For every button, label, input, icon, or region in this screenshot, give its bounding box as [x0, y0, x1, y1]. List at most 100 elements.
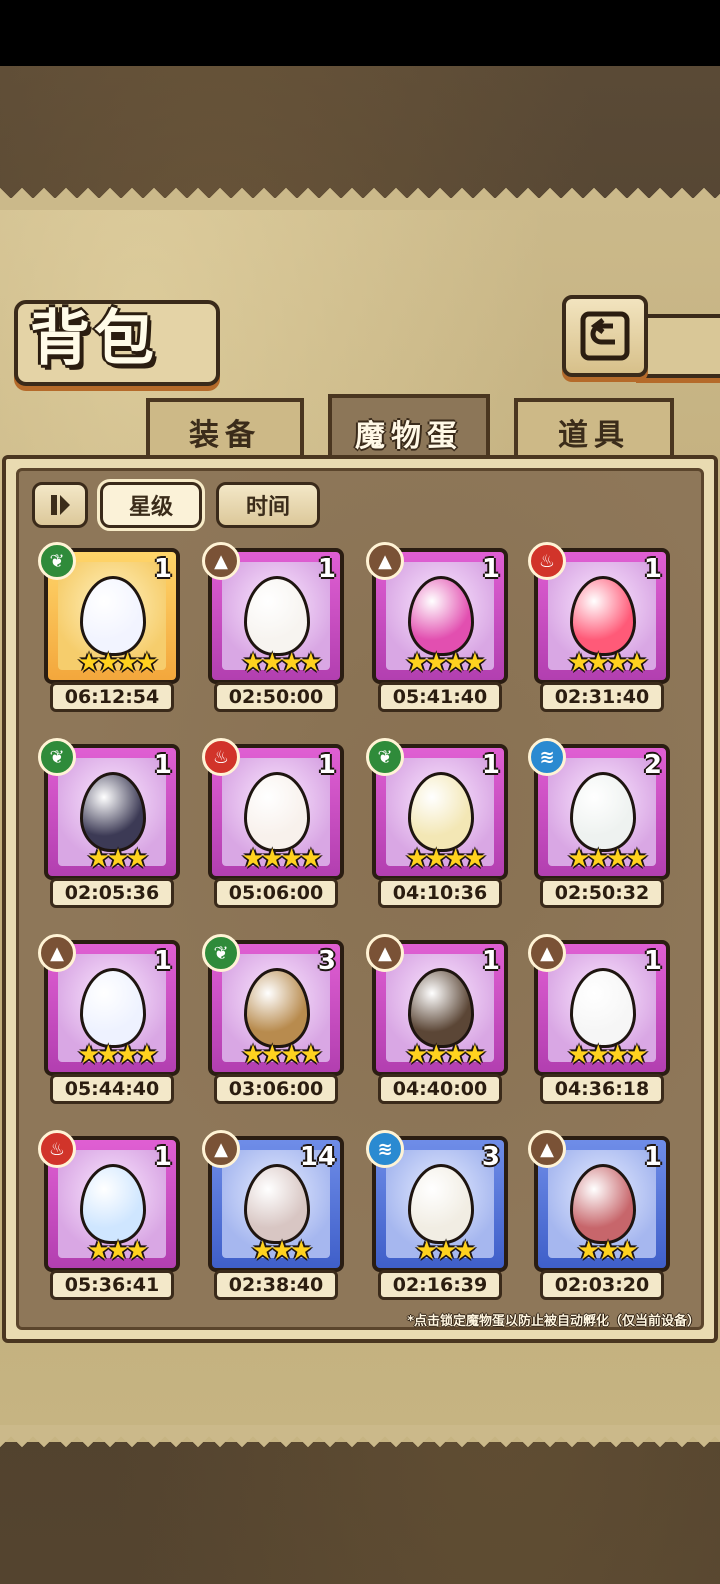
hatch-timer: 04:40:00	[378, 1074, 502, 1104]
egg-card[interactable]: 1 ★★★★ ▲ 05:44:40	[38, 934, 184, 1110]
earth-element-icon: ▲	[202, 542, 240, 580]
star-rating: ★★★★	[241, 1040, 322, 1070]
egg-card[interactable]: 1 ★★★★ ♨ 05:06:00	[202, 738, 348, 914]
hatch-timer: 05:41:40	[378, 682, 502, 712]
torn-edge-bottom	[0, 1425, 720, 1447]
monster-egg-icon	[408, 772, 474, 852]
fire-element-icon: ♨	[528, 542, 566, 580]
star-rating: ★★★	[87, 844, 149, 874]
sort-order-toggle[interactable]	[32, 482, 88, 528]
hatch-timer: 02:50:00	[214, 682, 338, 712]
hatch-timer: 04:10:36	[378, 878, 502, 908]
hatch-timer: 06:12:54	[50, 682, 174, 712]
earth-element-icon: ▲	[366, 542, 404, 580]
egg-card[interactable]: 1 ★★★★ ♨ 02:31:40	[528, 542, 674, 718]
egg-card[interactable]: 14 ★★★ ▲ 02:38:40	[202, 1130, 348, 1306]
fire-element-icon: ♨	[202, 738, 240, 776]
hatch-timer: 04:36:18	[540, 1074, 664, 1104]
sort-by-time-button[interactable]: 时间	[216, 482, 320, 528]
star-rating: ★★★★	[405, 648, 486, 678]
egg-count: 1	[643, 1142, 662, 1172]
egg-card[interactable]: 1 ★★★★ ▲ 04:40:00	[366, 934, 512, 1110]
monster-egg-icon	[244, 968, 310, 1048]
hatch-timer: 02:31:40	[540, 682, 664, 712]
star-rating: ★★★★	[405, 1040, 486, 1070]
monster-egg-icon	[80, 1164, 146, 1244]
hatch-timer: 02:03:20	[540, 1270, 664, 1300]
torn-edge-top	[0, 188, 720, 210]
egg-card[interactable]: 1 ★★★★ ❦ 04:10:36	[366, 738, 512, 914]
back-arrow-icon	[580, 311, 630, 361]
back-button-rail	[636, 314, 720, 378]
monster-egg-icon	[80, 576, 146, 656]
star-rating: ★★★★	[567, 648, 648, 678]
egg-count: 1	[153, 750, 172, 780]
egg-card[interactable]: 1 ★★★ ▲ 02:03:20	[528, 1130, 674, 1306]
egg-count: 14	[299, 1142, 336, 1172]
egg-count: 3	[481, 1142, 500, 1172]
egg-count: 1	[481, 750, 500, 780]
hatch-timer: 05:44:40	[50, 1074, 174, 1104]
monster-egg-icon	[408, 968, 474, 1048]
earth-element-icon: ▲	[528, 1130, 566, 1168]
monster-egg-icon	[570, 968, 636, 1048]
hatch-timer: 05:36:41	[50, 1270, 174, 1300]
lock-hint-text: *点击锁定魔物蛋以防止被自动孵化（仅当前设备）	[407, 1314, 700, 1329]
egg-card[interactable]: 1 ★★★ ❦ 02:05:36	[38, 738, 184, 914]
star-rating: ★★★	[87, 1236, 149, 1266]
status-bar	[0, 0, 720, 66]
egg-count: 1	[153, 554, 172, 584]
monster-egg-icon	[244, 1164, 310, 1244]
back-button[interactable]	[562, 295, 648, 377]
star-rating: ★★★★	[241, 844, 322, 874]
star-rating: ★★★★	[77, 648, 158, 678]
monster-egg-icon	[570, 576, 636, 656]
egg-count: 1	[317, 750, 336, 780]
grass-element-icon: ❦	[38, 542, 76, 580]
fire-element-icon: ♨	[38, 1130, 76, 1168]
egg-card[interactable]: 3 ★★★ ≋ 02:16:39	[366, 1130, 512, 1306]
water-element-icon: ≋	[366, 1130, 404, 1168]
pause-toggle-icon	[51, 495, 70, 515]
monster-egg-icon	[408, 576, 474, 656]
star-rating: ★★★★	[241, 648, 322, 678]
sort-by-star-button[interactable]: 星级	[97, 479, 205, 531]
monster-egg-icon	[244, 772, 310, 852]
egg-count: 1	[481, 554, 500, 584]
grass-element-icon: ❦	[366, 738, 404, 776]
star-rating: ★★★	[251, 1236, 313, 1266]
egg-card[interactable]: 2 ★★★★ ≋ 02:50:32	[528, 738, 674, 914]
monster-egg-icon	[408, 1164, 474, 1244]
egg-card[interactable]: 1 ★★★★ ▲ 04:36:18	[528, 934, 674, 1110]
earth-element-icon: ▲	[202, 1130, 240, 1168]
star-rating: ★★★★	[405, 844, 486, 874]
hatch-timer: 02:05:36	[50, 878, 174, 908]
egg-card[interactable]: 1 ★★★★ ▲ 05:41:40	[366, 542, 512, 718]
egg-card[interactable]: 1 ★★★★ ❦ 06:12:54	[38, 542, 184, 718]
star-rating: ★★★★	[567, 1040, 648, 1070]
star-rating: ★★★	[415, 1236, 477, 1266]
hatch-timer: 05:06:00	[214, 878, 338, 908]
earth-element-icon: ▲	[366, 934, 404, 972]
egg-card[interactable]: 1 ★★★★ ▲ 02:50:00	[202, 542, 348, 718]
monster-egg-icon	[244, 576, 310, 656]
grass-element-icon: ❦	[38, 738, 76, 776]
egg-card[interactable]: 1 ★★★ ♨ 05:36:41	[38, 1130, 184, 1306]
egg-count: 1	[153, 1142, 172, 1172]
grass-element-icon: ❦	[202, 934, 240, 972]
tab-items[interactable]: 道具	[514, 398, 674, 462]
egg-card[interactable]: 3 ★★★★ ❦ 03:06:00	[202, 934, 348, 1110]
earth-element-icon: ▲	[38, 934, 76, 972]
earth-element-icon: ▲	[528, 934, 566, 972]
tab-equipment[interactable]: 装备	[146, 398, 304, 462]
egg-count: 1	[153, 946, 172, 976]
monster-egg-icon	[80, 772, 146, 852]
monster-egg-icon	[570, 1164, 636, 1244]
water-element-icon: ≋	[528, 738, 566, 776]
star-rating: ★★★★	[567, 844, 648, 874]
star-rating: ★★★	[577, 1236, 639, 1266]
egg-count: 1	[317, 554, 336, 584]
egg-count: 2	[643, 750, 662, 780]
hatch-timer: 02:38:40	[214, 1270, 338, 1300]
hatch-timer: 03:06:00	[214, 1074, 338, 1104]
